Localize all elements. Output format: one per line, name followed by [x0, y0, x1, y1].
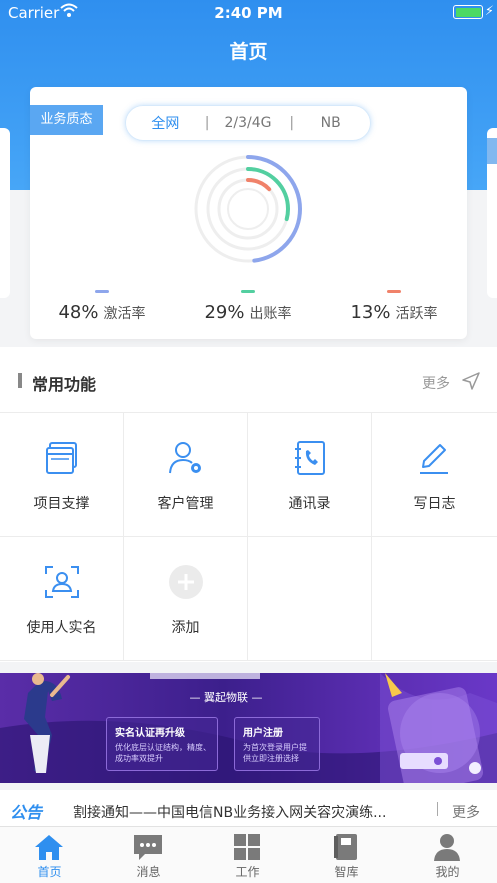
banner-box-title: 实名认证再升级	[115, 728, 185, 739]
tab-label: 智库	[334, 865, 359, 879]
empty-cell	[248, 537, 372, 661]
message-icon	[134, 835, 162, 860]
network-segmented-control: 全网 | 2/3/4G | NB	[125, 105, 371, 141]
user-icon	[434, 834, 460, 861]
promo-banner[interactable]: — 翼起物联 — 实名认证再升级 优化底层认证结构，精度、成功率双提升 用户注册…	[0, 673, 497, 783]
function-item-project-support[interactable]: 项目支撑	[0, 413, 124, 537]
function-item-customer-management[interactable]: 客户管理	[124, 413, 248, 537]
business-quality-card: 业务质态 全网 | 2/3/4G | NB 48% 激活率 29% 出账率 13…	[30, 87, 467, 339]
user-gear-icon	[169, 442, 201, 474]
more-link[interactable]: 更多	[422, 373, 450, 393]
tab-label: 消息	[136, 865, 161, 879]
stat-billing: 29% 出账率	[200, 290, 296, 323]
contacts-phone-icon	[295, 441, 325, 475]
function-grid: 项目支撑 客户管理 通讯录 写日志 使用人实名 添加	[0, 413, 497, 662]
charging-icon: ⚡	[484, 4, 494, 19]
empty-cell	[372, 537, 497, 661]
function-item-add[interactable]: 添加	[124, 537, 248, 661]
stat-value: 29%	[204, 302, 245, 323]
stat-color-dash	[387, 290, 401, 293]
tab-234g[interactable]: 2/3/4G	[207, 115, 290, 131]
banner-box-title: 用户注册	[243, 728, 283, 739]
tab-library[interactable]: 智库	[297, 827, 396, 883]
function-item-contacts[interactable]: 通讯录	[248, 413, 372, 537]
stat-label: 激活率	[103, 306, 146, 322]
common-functions-section: 常用功能 更多 项目支撑 客户管理 通讯录 写日志 使用人实名 添加	[0, 347, 497, 662]
home-icon	[35, 835, 63, 860]
function-item-write-log[interactable]: 写日志	[372, 413, 497, 537]
section-marker	[18, 373, 22, 388]
tab-label: 我的	[435, 865, 460, 879]
tab-label: 首页	[37, 865, 62, 879]
card-tag: 业务质态	[30, 105, 103, 135]
section-header: 常用功能 更多	[0, 347, 497, 413]
stat-label: 活跃率	[395, 306, 438, 322]
function-item-user-real-name[interactable]: 使用人实名	[0, 537, 124, 661]
progress-rings	[194, 155, 302, 263]
status-time: 2:40 PM	[214, 4, 283, 22]
page-title: 首页	[229, 41, 268, 63]
tab-label: 工作	[235, 865, 260, 879]
book-icon	[334, 834, 357, 860]
status-bar: Carrier 2:40 PM ⚡	[0, 0, 497, 26]
stat-label: 出账率	[249, 306, 292, 322]
stat-activation: 48% 激活率	[54, 290, 150, 323]
announcement-bar[interactable]: 公告 割接通知——中国电信NB业务接入网关容灾演练... 更多	[0, 790, 497, 826]
stat-color-dash	[241, 290, 255, 293]
tab-work[interactable]: 工作	[198, 827, 297, 883]
stat-color-dash	[95, 290, 109, 293]
function-label: 通讯录	[288, 496, 331, 512]
battery-icon	[453, 5, 483, 19]
announcement-logo: 公告	[10, 803, 43, 822]
tab-all-network[interactable]: 全网	[126, 113, 205, 133]
announcement-more-link[interactable]: 更多	[452, 802, 480, 822]
function-label: 项目支撑	[33, 496, 90, 512]
divider	[437, 802, 438, 816]
banner-box-register: 用户注册 为首次登录用户提供立即注册选择	[234, 717, 320, 771]
tab-messages[interactable]: 消息	[99, 827, 198, 883]
banner-box-text: 为首次登录用户提供立即注册选择	[243, 743, 307, 763]
announcement-text[interactable]: 割接通知——中国电信NB业务接入网关容灾演练...	[73, 802, 429, 822]
stat-value: 13%	[350, 302, 391, 323]
prev-card-peek[interactable]	[0, 128, 10, 298]
function-label: 写日志	[413, 496, 456, 512]
stat-value: 48%	[58, 302, 99, 323]
tab-nb[interactable]: NB	[291, 115, 370, 131]
bottom-tab-bar: 首页 消息 工作 智库 我的	[0, 826, 497, 883]
function-label: 添加	[171, 620, 200, 636]
next-card-peek[interactable]	[487, 128, 497, 298]
tab-profile[interactable]: 我的	[398, 827, 497, 883]
send-arrow-icon[interactable]	[461, 371, 481, 395]
banner-box-text: 优化底层认证结构，精度、成功率双提升	[115, 743, 211, 763]
function-label: 客户管理	[157, 496, 214, 512]
section-title: 常用功能	[32, 375, 97, 394]
plus-circle-icon	[169, 565, 203, 599]
banner-subtitle: — 翼起物联 —	[189, 691, 263, 704]
stat-active: 13% 活跃率	[346, 290, 442, 323]
grid-icon	[234, 834, 260, 860]
window-stack-icon	[46, 442, 77, 474]
pencil-icon	[420, 444, 448, 474]
face-scan-icon	[45, 566, 79, 598]
tab-home[interactable]: 首页	[0, 827, 99, 883]
function-label: 使用人实名	[26, 620, 97, 636]
banner-box-realname: 实名认证再升级 优化底层认证结构，精度、成功率双提升	[106, 717, 218, 771]
